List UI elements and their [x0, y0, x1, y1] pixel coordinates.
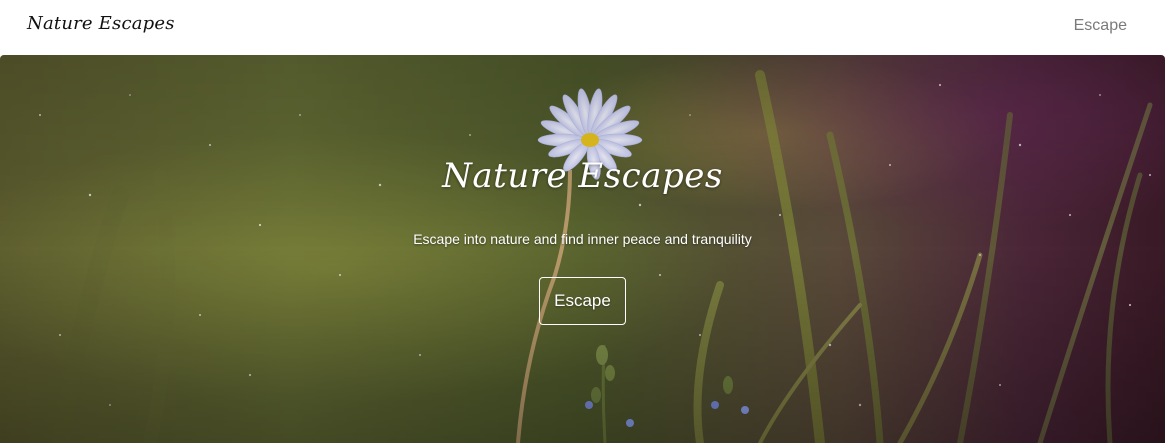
hero-background-image [0, 55, 1165, 443]
hero-subtitle: Escape into nature and find inner peace … [413, 231, 752, 247]
escape-button[interactable]: Escape [539, 277, 626, 325]
brand-logo-link[interactable]: Nature Escapes [27, 13, 175, 34]
hero-section: Nature Escapes Escape into nature and fi… [0, 55, 1165, 443]
navbar: Nature Escapes Escape [0, 0, 1165, 55]
hero-title: Nature Escapes [442, 156, 723, 196]
nav-link-escape[interactable]: Escape [1074, 17, 1127, 35]
